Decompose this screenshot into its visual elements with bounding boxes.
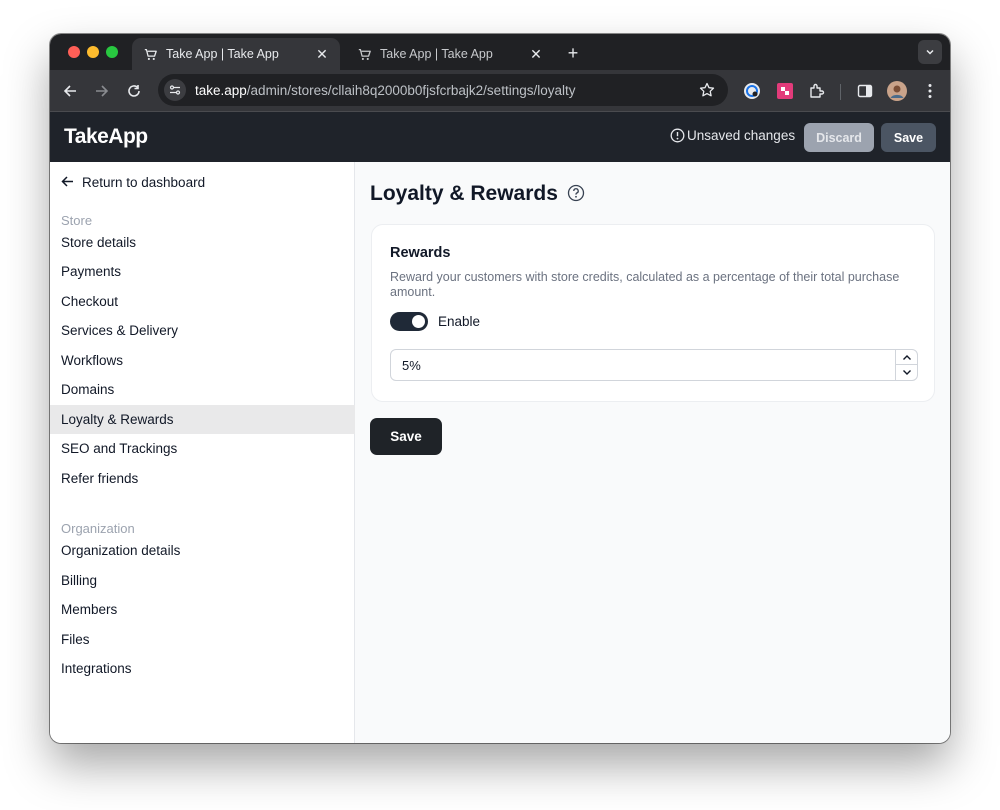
chevron-up-icon[interactable] xyxy=(896,350,917,365)
maximize-window-button[interactable] xyxy=(106,46,118,58)
unsaved-changes-text: Unsaved changes xyxy=(687,128,796,143)
minimize-window-button[interactable] xyxy=(87,46,99,58)
sidebar-item-integrations[interactable]: Integrations xyxy=(50,654,355,683)
reload-icon[interactable] xyxy=(123,80,145,102)
tab-search-icon[interactable] xyxy=(918,40,942,64)
app-logo[interactable]: TakeApp xyxy=(64,125,148,149)
arrow-left-icon xyxy=(60,174,76,190)
extensions-puzzle-icon[interactable] xyxy=(807,81,827,101)
reward-percentage-input[interactable] xyxy=(391,350,896,380)
new-tab-icon[interactable]: + xyxy=(562,42,584,64)
sidebar-item-store-details[interactable]: Store details xyxy=(50,228,355,257)
enable-rewards-toggle[interactable] xyxy=(390,312,428,331)
unsaved-changes-indicator: Unsaved changes xyxy=(670,128,795,143)
tab-title: Take App | Take App xyxy=(166,47,279,61)
close-tab-icon[interactable]: ✕ xyxy=(528,46,544,62)
tab-title: Take App | Take App xyxy=(380,47,493,61)
return-to-dashboard-link[interactable]: Return to dashboard xyxy=(60,174,205,190)
enable-toggle-label: Enable xyxy=(438,314,481,329)
sidebar-item-organization-details[interactable]: Organization details xyxy=(50,536,355,565)
sidebar-item-checkout[interactable]: Checkout xyxy=(50,287,355,316)
reward-percentage-field xyxy=(390,349,918,381)
close-window-button[interactable] xyxy=(68,46,80,58)
sidebar-item-files[interactable]: Files xyxy=(50,625,355,654)
section-title-organization: Organization xyxy=(61,521,135,536)
discard-button[interactable]: Discard xyxy=(804,123,874,152)
app-header: TakeApp Unsaved changes Discard Save xyxy=(50,112,950,162)
site-settings-icon[interactable] xyxy=(164,79,186,101)
browser-window: Take App | Take App ✕ Take App | Take Ap… xyxy=(50,34,950,743)
main-content: Loyalty & Rewards Rewards Reward your cu… xyxy=(356,162,950,743)
sidebar-item-members[interactable]: Members xyxy=(50,595,355,624)
sidebar-item-domains[interactable]: Domains xyxy=(50,375,355,404)
alert-circle-icon xyxy=(670,128,685,143)
browser-tab-active[interactable]: Take App | Take App ✕ xyxy=(132,38,340,70)
toggle-knob xyxy=(412,315,425,328)
close-tab-icon[interactable]: ✕ xyxy=(314,46,330,62)
chevron-down-icon[interactable] xyxy=(896,365,917,380)
address-bar[interactable]: take.app/admin/stores/cllaih8q2000b0fjsf… xyxy=(158,74,728,106)
sidebar-item-workflows[interactable]: Workflows xyxy=(50,346,355,375)
rewards-card-title: Rewards xyxy=(390,245,451,261)
browser-tab[interactable]: Take App | Take App ✕ xyxy=(346,38,554,70)
settings-sidebar: Return to dashboard Store Store details … xyxy=(50,162,355,743)
cart-icon xyxy=(142,46,158,62)
sidebar-item-payments[interactable]: Payments xyxy=(50,257,355,286)
profile-avatar[interactable] xyxy=(887,81,907,101)
help-circle-icon[interactable] xyxy=(567,184,587,204)
browser-menu-icon[interactable] xyxy=(920,81,940,101)
url-path: /admin/stores/cllaih8q2000b0fjsfcrbajk2/… xyxy=(246,82,576,98)
sidebar-item-billing[interactable]: Billing xyxy=(50,566,355,595)
rewards-description: Reward your customers with store credits… xyxy=(390,270,900,299)
percentage-stepper xyxy=(895,350,917,380)
tab-strip: Take App | Take App ✕ Take App | Take Ap… xyxy=(50,34,950,70)
side-panel-icon[interactable] xyxy=(855,81,875,101)
save-button[interactable]: Save xyxy=(370,418,442,455)
sidebar-item-services-delivery[interactable]: Services & Delivery xyxy=(50,316,355,345)
extension-icon[interactable] xyxy=(775,81,795,101)
rewards-card: Rewards Reward your customers with store… xyxy=(371,224,935,402)
section-title-store: Store xyxy=(61,213,93,228)
browser-toolbar: take.app/admin/stores/cllaih8q2000b0fjsf… xyxy=(50,70,950,112)
forward-arrow-icon[interactable] xyxy=(91,80,113,102)
url-text: take.app/admin/stores/cllaih8q2000b0fjsf… xyxy=(195,83,575,98)
url-host: take.app xyxy=(195,82,247,98)
sidebar-item-refer-friends[interactable]: Refer friends xyxy=(50,464,355,493)
return-to-dashboard-label: Return to dashboard xyxy=(82,174,206,190)
toolbar-divider xyxy=(840,84,841,100)
page-title: Loyalty & Rewards xyxy=(370,182,558,205)
bookmark-star-icon[interactable] xyxy=(698,81,716,99)
back-arrow-icon[interactable] xyxy=(59,80,81,102)
extension-icon[interactable] xyxy=(742,81,762,101)
sidebar-item-loyalty-rewards[interactable]: Loyalty & Rewards xyxy=(50,405,355,434)
header-save-button[interactable]: Save xyxy=(881,123,936,152)
sidebar-item-seo-trackings[interactable]: SEO and Trackings xyxy=(50,434,355,463)
cart-icon xyxy=(356,46,372,62)
